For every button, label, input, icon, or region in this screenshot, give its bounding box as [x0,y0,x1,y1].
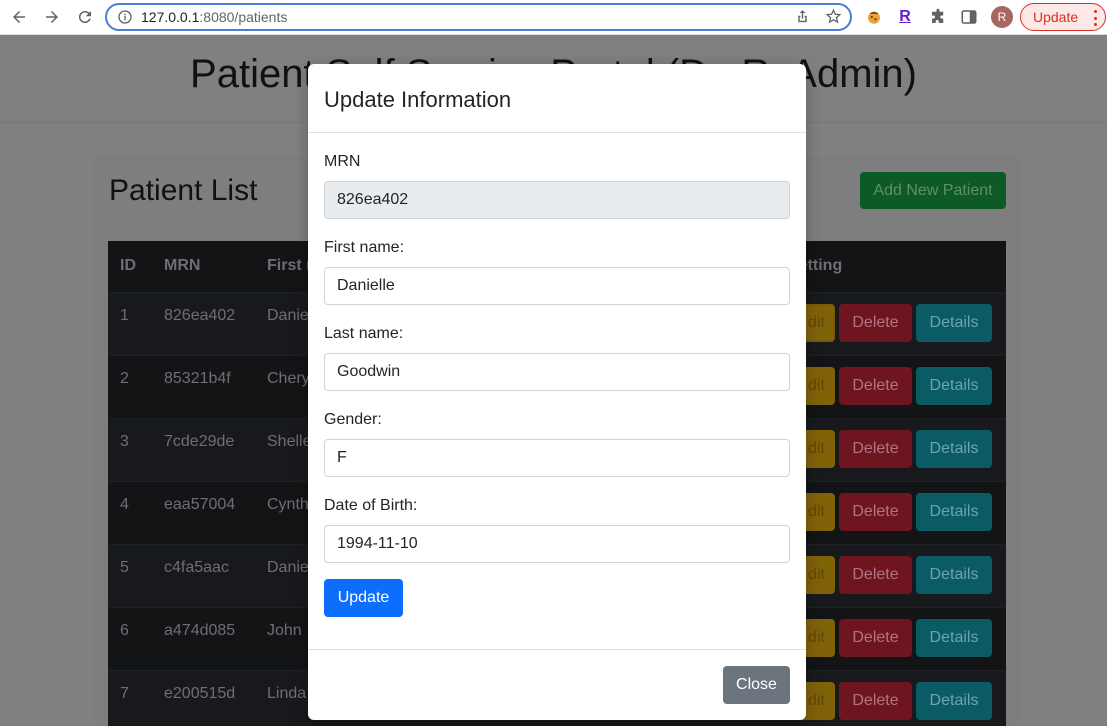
modal-header: Update Information [308,64,806,133]
row-mrn: e200515d [164,685,236,702]
row-mrn: a474d085 [164,622,236,639]
details-button[interactable]: Details [916,493,992,531]
last-name-field[interactable] [324,353,790,391]
mrn-field[interactable] [324,181,790,219]
forward-button[interactable] [38,3,66,31]
row-id: 6 [120,622,129,639]
address-bar[interactable]: 127.0.0.1:8080/patients [105,3,852,31]
row-mrn: 7cde29de [164,433,235,450]
back-button[interactable] [5,3,33,31]
reload-button[interactable] [71,3,99,31]
side-panel-icon[interactable] [958,6,980,28]
details-button[interactable]: Details [916,556,992,594]
delete-button[interactable]: Delete [839,682,912,720]
update-label: Update [1033,9,1079,25]
gender-label: Gender: [324,411,382,428]
kebab-menu-icon [1093,10,1097,26]
delete-button[interactable]: Delete [839,556,912,594]
gender-field[interactable] [324,439,790,477]
first-name-field[interactable] [324,267,790,305]
profile-avatar[interactable]: R [991,6,1013,28]
row-id: 2 [120,370,129,387]
info-icon[interactable] [117,9,133,25]
card-title: Patient List [109,174,258,207]
row-id: 4 [120,496,129,513]
extension-cookie-icon[interactable] [863,6,885,28]
close-button[interactable]: Close [723,666,790,704]
add-new-patient-button[interactable]: Add New Patient [860,172,1006,209]
row-first-name: Danie [267,307,309,324]
modal-title: Update Information [324,87,512,112]
extensions-puzzle-icon[interactable] [927,6,949,28]
browser-toolbar: 127.0.0.1:8080/patients R R Update [0,0,1107,35]
details-button[interactable]: Details [916,682,992,720]
row-first-name: Shelle [267,433,312,450]
extension-r-icon[interactable]: R [894,6,916,28]
delete-button[interactable]: Delete [839,367,912,405]
modal-footer: Close [308,649,806,720]
update-information-modal: Update Information MRN First name: Last … [308,64,806,720]
delete-button[interactable]: Delete [839,493,912,531]
row-id: 5 [120,559,129,576]
column-header-mrn: MRN [164,257,201,274]
delete-button[interactable]: Delete [839,619,912,657]
details-button[interactable]: Details [916,367,992,405]
mrn-label: MRN [324,153,361,170]
column-header-id: ID [120,257,136,274]
row-first-name: Chery [267,370,310,387]
delete-button[interactable]: Delete [839,430,912,468]
details-button[interactable]: Details [916,430,992,468]
row-first-name: John [267,622,302,639]
dob-field[interactable] [324,525,790,563]
last-name-label: Last name: [324,325,404,342]
details-button[interactable]: Details [916,619,992,657]
update-button[interactable]: Update [324,579,403,617]
reload-icon [78,11,91,24]
row-mrn: 826ea402 [164,307,236,324]
arrow-left-icon [13,11,25,23]
row-id: 3 [120,433,129,450]
details-button[interactable]: Details [916,304,992,342]
row-mrn: c4fa5aac [164,559,229,576]
row-first-name: Linda [267,685,307,702]
row-mrn: eaa57004 [164,496,236,513]
star-icon[interactable] [825,8,842,25]
row-first-name: Danie [267,559,309,576]
row-first-name: Cynth [267,496,309,513]
first-name-label: First name: [324,239,405,256]
dob-label: Date of Birth: [324,497,418,514]
row-id: 1 [120,307,129,324]
share-icon[interactable] [794,8,811,25]
url-text: 127.0.0.1:8080/patients [141,9,288,25]
browser-update-button[interactable]: Update [1020,3,1106,31]
row-id: 7 [120,685,129,702]
arrow-right-icon [46,11,58,23]
delete-button[interactable]: Delete [839,304,912,342]
row-mrn: 85321b4f [164,370,231,387]
